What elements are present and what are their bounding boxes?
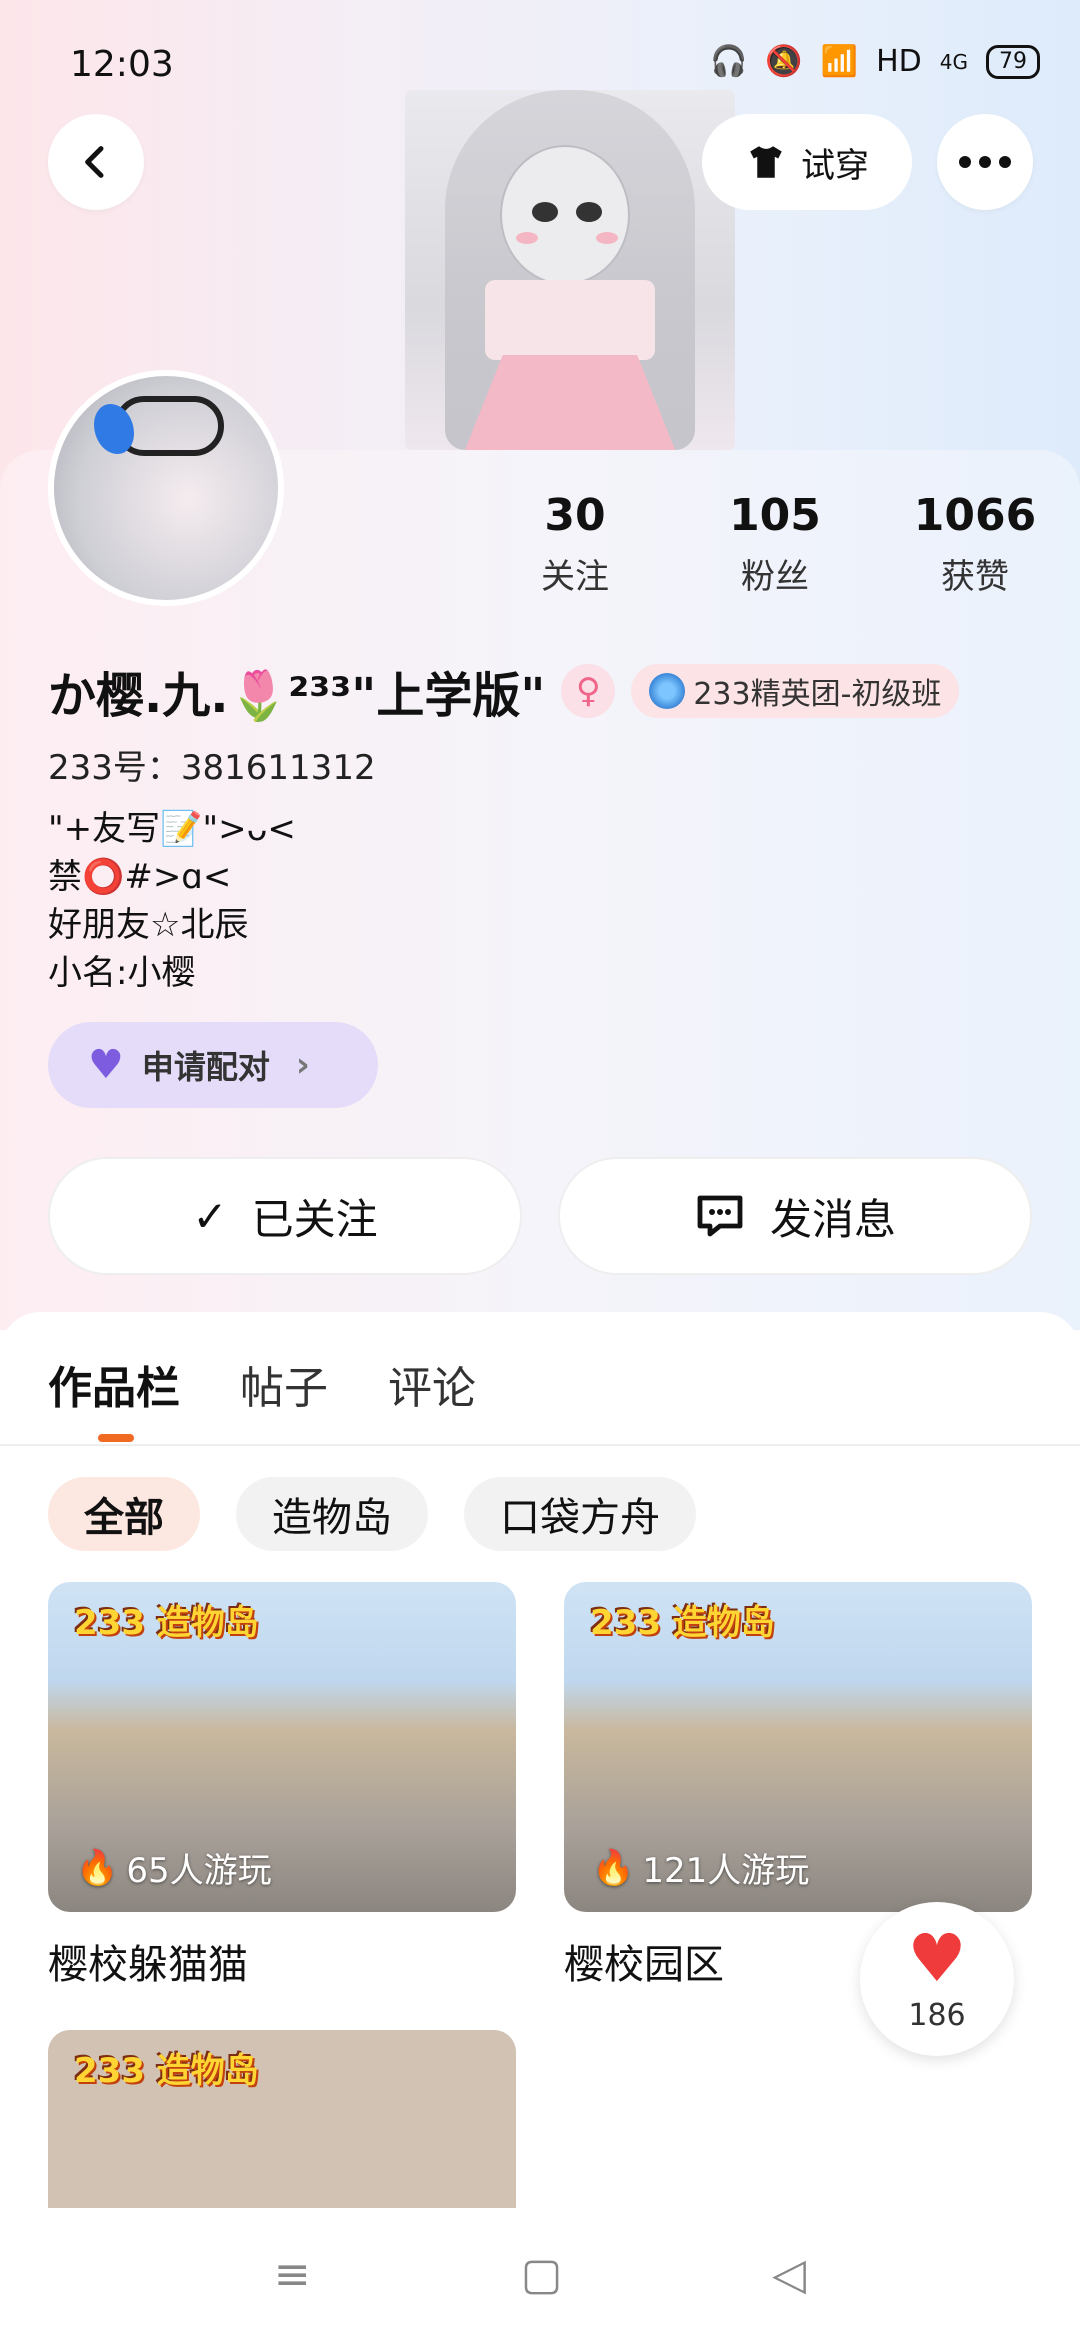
try-on-label: 试穿 xyxy=(801,145,869,186)
chat-bubble-icon xyxy=(697,1195,743,1237)
signal-label: 4G xyxy=(939,49,968,74)
tab-indicator xyxy=(98,1434,134,1442)
more-button[interactable] xyxy=(937,114,1033,210)
user-id: 233号：381611312 xyxy=(48,748,376,788)
heart-icon: ♥ xyxy=(88,1042,124,1088)
check-icon: ✓ xyxy=(192,1191,228,1241)
battery-icon: 79 xyxy=(986,44,1040,79)
back-nav-icon[interactable]: ◁ xyxy=(772,2249,806,2300)
wifi-icon: 📶 xyxy=(820,44,859,79)
chevron-left-icon xyxy=(85,146,104,178)
mute-icon: 🔕 xyxy=(765,44,803,79)
status-icons: 🎧 🔕 📶 HD 4G 79 xyxy=(710,44,1040,79)
like-count: 186 xyxy=(908,1997,966,2033)
tab-works[interactable]: 作品栏 xyxy=(48,1352,180,1416)
network-label: HD xyxy=(876,44,922,79)
bio-line: 好朋友☆北辰 xyxy=(48,905,249,945)
bio-line: "+友写📝">ᴗ< xyxy=(48,809,296,849)
ellipsis-icon xyxy=(959,156,1011,168)
work-title: 樱校躲猫猫 xyxy=(48,1942,248,1988)
zaowudao-logo: 233 造物岛 xyxy=(74,1603,259,1643)
elite-badge[interactable]: 233精英团-初级班 xyxy=(631,664,960,718)
female-icon: ♀ xyxy=(561,664,616,718)
status-bar: 12:03 🎧 🔕 📶 HD 4G 79 xyxy=(0,0,1080,130)
bio: "+友写📝">ᴗ< 禁⭕#>ɑ< 好朋友☆北辰 小名:小樱 xyxy=(48,805,296,997)
avatar-showcase-image xyxy=(405,90,735,450)
username: か樱.九.🌷²³³"上学版" xyxy=(48,668,546,724)
heart-icon: ♥ xyxy=(907,1919,967,1997)
stat-likes[interactable]: 1066 获赞 xyxy=(880,490,1070,598)
work-thumbnail: 233 造物岛 xyxy=(48,2030,516,2220)
work-card[interactable]: 233 造物岛 xyxy=(48,2030,516,2220)
filter-zaowudao[interactable]: 造物岛 xyxy=(236,1477,428,1551)
menu-icon[interactable]: ≡ xyxy=(274,2249,311,2300)
play-count: 🔥 121人游玩 xyxy=(592,1847,810,1892)
filter-pocket-ark[interactable]: 口袋方舟 xyxy=(464,1477,696,1551)
status-time: 12:03 xyxy=(70,44,174,85)
profile-stats: 30 关注 105 粉丝 1066 获赞 xyxy=(480,490,1070,598)
try-on-button[interactable]: 试穿 xyxy=(702,114,912,210)
back-button[interactable] xyxy=(48,114,144,210)
headphones-icon: 🎧 xyxy=(710,44,748,79)
tab-comments[interactable]: 评论 xyxy=(388,1352,476,1416)
zaowudao-logo: 233 造物岛 xyxy=(74,2051,259,2091)
work-card[interactable]: 233 造物岛 🔥 65人游玩 樱校躲猫猫 xyxy=(48,1582,516,1990)
badge-label: 233精英团-初级班 xyxy=(693,677,942,712)
system-nav-bar: ≡ ▢ ◁ xyxy=(0,2208,1080,2340)
filter-all[interactable]: 全部 xyxy=(48,1477,200,1551)
work-thumbnail: 233 造物岛 🔥 65人游玩 xyxy=(48,1582,516,1912)
avatar[interactable] xyxy=(48,370,284,606)
badge-icon xyxy=(649,673,686,709)
tshirt-icon xyxy=(750,146,782,178)
play-count: 🔥 65人游玩 xyxy=(76,1847,272,1892)
followed-button[interactable]: ✓ 已关注 xyxy=(48,1157,522,1275)
followed-label: 已关注 xyxy=(251,1194,378,1244)
bio-line: 禁⭕#>ɑ< xyxy=(48,857,232,897)
flame-icon: 🔥 xyxy=(76,1847,119,1888)
tab-posts[interactable]: 帖子 xyxy=(240,1352,328,1416)
works-panel: 作品栏 帖子 评论 全部 造物岛 口袋方舟 233 造物岛 🔥 65人游玩 樱校… xyxy=(0,1312,1080,2340)
chevron-right-icon: › xyxy=(295,1045,310,1085)
home-icon[interactable]: ▢ xyxy=(521,2249,563,2300)
name-row: か樱.九.🌷²³³"上学版" ♀ 233精英团-初级班 xyxy=(48,656,960,726)
flame-icon: 🔥 xyxy=(592,1847,635,1888)
zaowudao-logo: 233 造物岛 xyxy=(590,1603,775,1643)
work-thumbnail: 233 造物岛 🔥 121人游玩 xyxy=(564,1582,1032,1912)
tab-divider xyxy=(0,1444,1080,1446)
like-float-button[interactable]: ♥ 186 xyxy=(860,1902,1014,2056)
message-label: 发消息 xyxy=(769,1194,896,1244)
stat-followers[interactable]: 105 粉丝 xyxy=(680,490,870,598)
pair-label: 申请配对 xyxy=(141,1048,270,1086)
request-pair-button[interactable]: ♥ 申请配对 › xyxy=(48,1022,378,1108)
bio-line: 小名:小樱 xyxy=(48,953,196,993)
send-message-button[interactable]: 发消息 xyxy=(558,1157,1032,1275)
filter-chips: 全部 造物岛 口袋方舟 xyxy=(48,1477,696,1551)
stat-following[interactable]: 30 关注 xyxy=(480,490,670,598)
content-tabs: 作品栏 帖子 评论 xyxy=(48,1352,476,1416)
